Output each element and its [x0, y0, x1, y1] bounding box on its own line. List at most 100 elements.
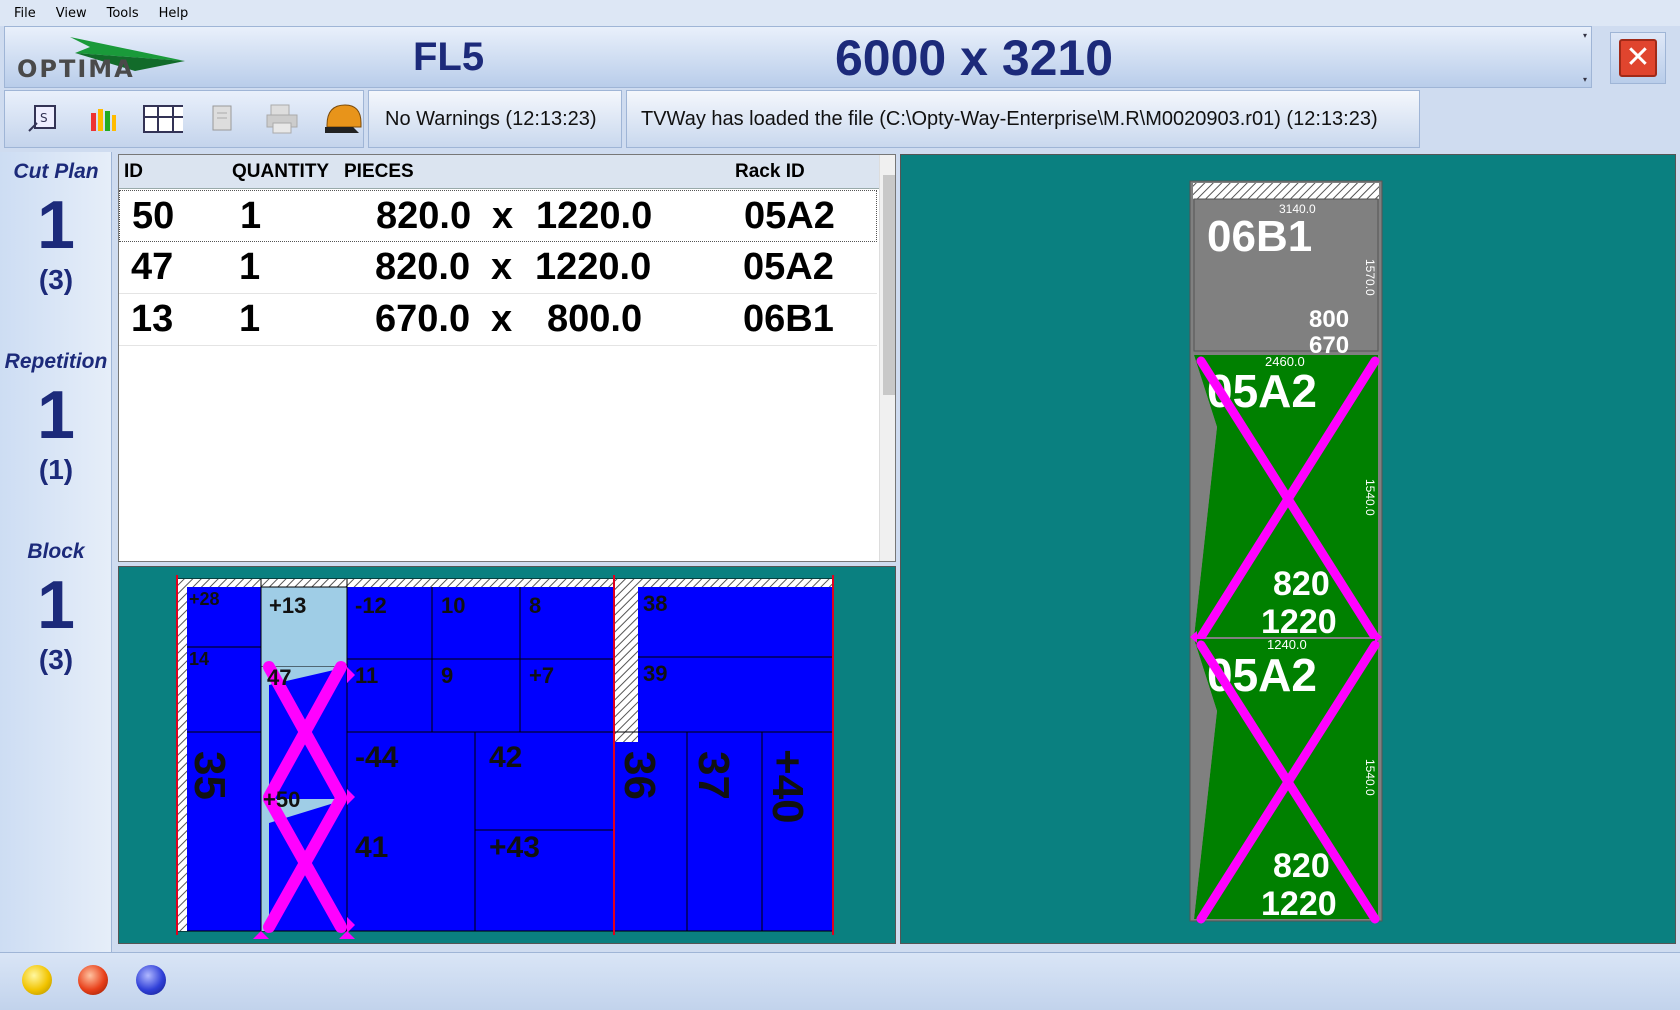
cut-plan-label: Cut Plan [13, 160, 99, 183]
printer-icon[interactable] [263, 99, 303, 139]
block-total: (3) [38, 644, 74, 675]
trim-top [177, 579, 833, 587]
piece-label: 42 [489, 741, 522, 774]
slot-side-measure: 1540.0 [1363, 759, 1377, 796]
piece-label: 38 [643, 591, 667, 616]
slot-side-measure: 1540.0 [1363, 479, 1377, 516]
repetition-value[interactable]: 1 [0, 376, 112, 454]
cell-height: 1220.0 [536, 195, 653, 237]
yellow-status-icon[interactable] [22, 965, 52, 995]
piece-label: 10 [441, 593, 465, 618]
piece-label: +7 [529, 663, 554, 688]
cell-height: 1220.0 [535, 246, 652, 288]
piece-label: 11 [355, 663, 378, 688]
piece-label: +28 [189, 589, 220, 609]
block-value[interactable]: 1 [0, 566, 112, 644]
col-rack[interactable]: Rack ID [735, 161, 805, 183]
svg-text:S: S [40, 111, 48, 125]
title-bar: OPTIMA FL5 6000 x 3210 ▾ ▾ [4, 26, 1592, 88]
cell-height: 800.0 [547, 298, 643, 340]
cutting-plan-view: +28 +13 -12 10 8 38 14 47 11 9 +7 39 35 … [118, 566, 896, 944]
piece-label: 39 [643, 661, 667, 686]
rack-top-trim [1193, 183, 1379, 199]
cell-x: x [492, 195, 514, 237]
piece-label: -44 [355, 741, 399, 774]
cell-quantity: 1 [240, 195, 262, 237]
col-pieces[interactable]: PIECES [344, 161, 414, 183]
cell-rack: 05A2 [744, 195, 835, 237]
cell-x: x [491, 298, 513, 340]
menu-view[interactable]: View [56, 6, 87, 21]
stats-icon[interactable] [83, 99, 123, 139]
cell-id: 50 [132, 195, 175, 237]
piece-label: 35 [185, 751, 234, 800]
piece-label: +43 [489, 831, 540, 864]
trim-waste [614, 587, 638, 742]
repetition-label: Repetition [4, 350, 108, 373]
cell-x: x [491, 246, 513, 288]
plant-name: FL5 [413, 35, 485, 79]
cell-width: 670.0 [375, 298, 471, 340]
cell-width: 820.0 [375, 246, 471, 288]
cell-id: 47 [131, 246, 174, 288]
menu-file[interactable]: File [14, 6, 36, 21]
col-quantity[interactable]: QUANTITY [232, 161, 329, 183]
piece-label: 14 [189, 649, 209, 669]
toolbar: S [4, 90, 364, 148]
close-button[interactable]: ✕ [1610, 32, 1666, 84]
piece-label: +13 [269, 593, 306, 618]
menu-help[interactable]: Help [159, 6, 189, 21]
menu-tools[interactable]: Tools [107, 6, 139, 21]
cell-quantity: 1 [239, 298, 261, 340]
optimize-icon[interactable]: S [23, 99, 63, 139]
cell-quantity: 1 [239, 246, 261, 288]
piece-label: +40 [763, 749, 812, 824]
menu-bar: File View Tools Help [0, 0, 1680, 26]
scroll-thumb[interactable] [883, 175, 895, 395]
piece-label: 36 [615, 751, 664, 800]
cell-id: 13 [131, 298, 174, 340]
piece-label: 41 [355, 831, 388, 864]
col-id[interactable]: ID [124, 161, 143, 183]
close-icon: ✕ [1619, 39, 1657, 77]
slot-height: 1220 [1261, 885, 1337, 923]
block-label: Block [27, 540, 85, 563]
red-status-icon[interactable] [78, 965, 108, 995]
piece-label: 47 [267, 665, 291, 690]
piece-label: 8 [529, 593, 541, 618]
table-row[interactable]: 47 1 820.0 x 1220.0 05A2 [119, 242, 877, 294]
pieces-table: ID QUANTITY PIECES Rack ID 50 1 820.0 x … [118, 154, 896, 562]
svg-text:OPTIMA: OPTIMA [17, 55, 135, 83]
grip-top-icon: ▾ [1583, 31, 1588, 40]
table-header: ID QUANTITY PIECES Rack ID [119, 155, 879, 189]
warnings-status: No Warnings (12:13:23) [368, 90, 622, 148]
cell-rack: 06B1 [743, 298, 834, 340]
slot-side-measure: 1570.0 [1363, 259, 1377, 296]
table-row[interactable]: 50 1 820.0 x 1220.0 05A2 [119, 190, 877, 242]
cut-plan-total: (3) [38, 264, 74, 295]
cell-rack: 05A2 [743, 246, 834, 288]
layout-icon[interactable] [143, 99, 183, 139]
cut-plan-value[interactable]: 1 [0, 186, 112, 264]
piece-label: +50 [263, 787, 300, 812]
slot-height: 1220 [1261, 603, 1337, 641]
table-row[interactable]: 13 1 670.0 x 800.0 06B1 [119, 294, 877, 346]
slot-height: 670 [1309, 332, 1349, 359]
slot-width: 800 [1309, 306, 1349, 333]
status-bar [0, 952, 1680, 1010]
document-icon[interactable] [203, 99, 243, 139]
piece-label: -12 [355, 593, 387, 618]
table-scrollbar[interactable] [879, 155, 895, 561]
plan-navigator: Cut Plan 1 (3) Repetition 1 (1) Block 1 … [0, 152, 112, 952]
piece-label: 37 [689, 751, 738, 800]
blue-status-icon[interactable] [136, 965, 166, 995]
repetition-total: (1) [38, 454, 74, 485]
sheet-dimensions: 6000 x 3210 [835, 30, 1114, 86]
cell-width: 820.0 [376, 195, 472, 237]
helmet-icon[interactable] [323, 99, 363, 139]
piece-label: 9 [441, 663, 453, 688]
optima-logo: OPTIMA [15, 31, 185, 83]
rack-view: 3140.0 06B1 1570.0 800 670 2460.0 05A2 1… [900, 154, 1676, 944]
slot-width: 820 [1273, 565, 1330, 603]
slot-width: 820 [1273, 847, 1330, 885]
